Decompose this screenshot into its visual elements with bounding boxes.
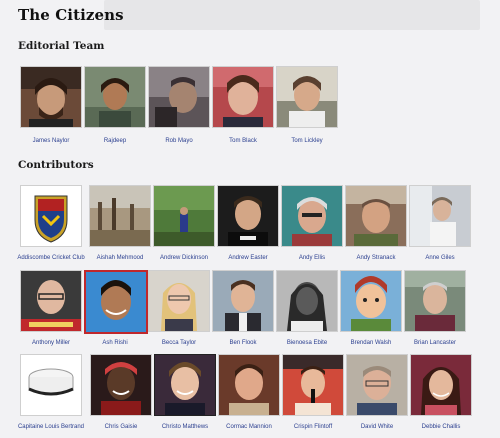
avatar[interactable] bbox=[148, 66, 210, 128]
avatar[interactable] bbox=[409, 185, 471, 247]
avatar[interactable] bbox=[340, 270, 402, 332]
avatar[interactable] bbox=[282, 354, 344, 416]
title-bar: The Citizens bbox=[0, 0, 500, 32]
avatar[interactable] bbox=[218, 354, 280, 416]
avatar[interactable] bbox=[404, 270, 466, 332]
person-name-link[interactable]: Brian Lancaster bbox=[390, 340, 480, 346]
contributors-heading: Contributors bbox=[18, 159, 94, 171]
avatar[interactable] bbox=[212, 66, 274, 128]
avatar[interactable] bbox=[410, 354, 472, 416]
avatar[interactable] bbox=[212, 270, 274, 332]
avatar[interactable] bbox=[20, 354, 82, 416]
avatar[interactable] bbox=[20, 185, 82, 247]
avatar[interactable] bbox=[148, 270, 210, 332]
page-title: The Citizens bbox=[18, 6, 124, 24]
person-name-link[interactable]: Tom Lickley bbox=[262, 138, 352, 144]
person-name-link[interactable]: Anne Giles bbox=[395, 255, 485, 261]
avatar[interactable] bbox=[84, 270, 148, 334]
avatar[interactable] bbox=[276, 66, 338, 128]
editorial-team-heading: Editorial Team bbox=[18, 40, 105, 52]
title-background bbox=[104, 0, 480, 30]
avatar[interactable] bbox=[84, 66, 146, 128]
avatar[interactable] bbox=[153, 185, 215, 247]
person-name-link[interactable]: Debbie Challis bbox=[396, 424, 486, 430]
avatar[interactable] bbox=[346, 354, 408, 416]
avatar[interactable] bbox=[345, 185, 407, 247]
avatar[interactable] bbox=[20, 270, 82, 332]
avatar[interactable] bbox=[154, 354, 216, 416]
avatar[interactable] bbox=[90, 354, 152, 416]
avatar[interactable] bbox=[89, 185, 151, 247]
avatar[interactable] bbox=[276, 270, 338, 332]
avatar[interactable] bbox=[217, 185, 279, 247]
avatar[interactable] bbox=[281, 185, 343, 247]
avatar[interactable] bbox=[20, 66, 82, 128]
